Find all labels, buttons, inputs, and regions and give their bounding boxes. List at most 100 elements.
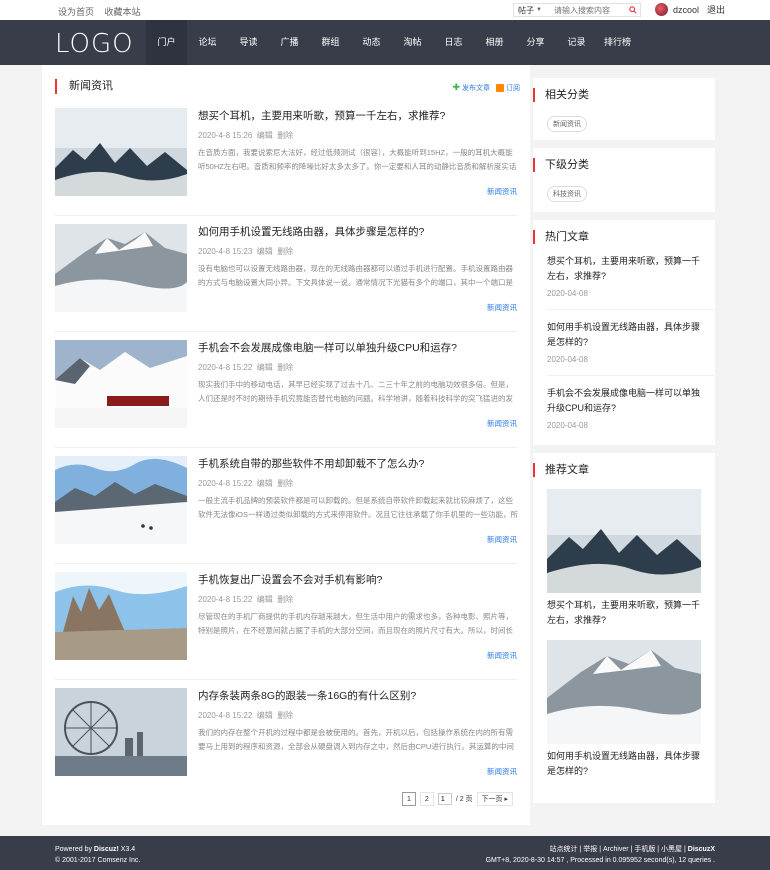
nav-item-blog[interactable]: 日志 xyxy=(433,20,474,65)
article-category-link[interactable]: 新闻资讯 xyxy=(487,534,517,545)
article-title[interactable]: 如何用手机设置无线路由器，具体步骤是怎样的? xyxy=(198,224,424,239)
article-date: 2020-4-8 15:23 xyxy=(198,247,253,256)
bookmark-link[interactable]: 收藏本站 xyxy=(105,7,141,17)
hot-article-item: 手机会不会发展成像电脑一样可以单独升级CPU和运存? 2020-04-08 xyxy=(547,375,715,441)
hot-articles-title: 热门文章 xyxy=(533,230,715,244)
hot-article-link[interactable]: 想买个耳机，主要用来听歌，预算一千左右，求推荐? xyxy=(547,256,700,281)
next-page-button[interactable]: 下一页 ▸ xyxy=(476,792,514,806)
list-item: 内存条装两条8G的跟装一条16G的有什么区别? 2020-4-8 15:22 编… xyxy=(55,680,517,796)
nav-item-record[interactable]: 记录 xyxy=(556,20,597,65)
edit-link[interactable]: 编辑 xyxy=(257,247,273,256)
recommended-box: 推荐文章 想买个耳机，主要用来听歌，预算一千左右，求推荐? 如何用手机设置无线路… xyxy=(533,453,715,803)
edit-link[interactable]: 编辑 xyxy=(257,711,273,720)
nav-item-group[interactable]: 群组 xyxy=(310,20,351,65)
article-title[interactable]: 想买个耳机，主要用来听歌，预算一千左右，求推荐? xyxy=(198,108,445,123)
nav-item-share[interactable]: 分享 xyxy=(515,20,556,65)
pagination: 1 2 / 2 页 下一页 ▸ xyxy=(402,792,514,806)
article-meta: 2020-4-8 15:26 编辑 删除 xyxy=(198,130,293,141)
article-title[interactable]: 手机会不会发展成像电脑一样可以单独升级CPU和运存? xyxy=(198,340,457,355)
recommended-title: 推荐文章 xyxy=(533,463,715,477)
delete-link[interactable]: 删除 xyxy=(277,711,293,720)
nav-item-guide[interactable]: 导读 xyxy=(228,20,269,65)
avatar[interactable] xyxy=(655,3,668,16)
article-date: 2020-4-8 15:22 xyxy=(198,595,253,604)
subscribe-label: 订阅 xyxy=(506,84,520,92)
article-thumbnail[interactable] xyxy=(55,688,187,776)
rss-icon xyxy=(496,83,504,92)
nav-item-album[interactable]: 相册 xyxy=(474,20,515,65)
article-summary: 现实我们手中的移动电话，其早已经实现了过去十几、二三十年之前的电脑功效很多倍。但… xyxy=(198,380,513,403)
article-thumbnail[interactable] xyxy=(55,108,187,196)
recommended-thumbnail[interactable] xyxy=(547,640,701,744)
edit-link[interactable]: 编辑 xyxy=(257,131,273,140)
delete-link[interactable]: 删除 xyxy=(277,247,293,256)
edit-link[interactable]: 编辑 xyxy=(257,479,273,488)
delete-link[interactable]: 删除 xyxy=(277,363,293,372)
article-thumbnail[interactable] xyxy=(55,456,187,544)
hot-article-link[interactable]: 手机会不会发展成像电脑一样可以单独升级CPU和运存? xyxy=(547,388,700,413)
hot-articles-box: 热门文章 想买个耳机，主要用来听歌，预算一千左右，求推荐? 2020-04-08… xyxy=(533,220,715,445)
list-item: 手机会不会发展成像电脑一样可以单独升级CPU和运存? 2020-4-8 15:2… xyxy=(55,332,517,448)
article-meta: 2020-4-8 15:22 编辑 删除 xyxy=(198,362,293,373)
delete-link[interactable]: 删除 xyxy=(277,131,293,140)
chevron-down-icon: ▼ xyxy=(536,7,542,13)
article-title[interactable]: 手机系统自带的那些软件不用却卸载不了怎么办? xyxy=(198,456,424,471)
username-link[interactable]: dzcool xyxy=(673,5,699,15)
footer-links-text: 站点统计 | 举报 | Archiver | 手机版 | 小黑屋 | xyxy=(549,846,688,853)
hot-article-item: 想买个耳机，主要用来听歌，预算一千左右，求推荐? 2020-04-08 xyxy=(547,244,715,309)
related-category-title: 相关分类 xyxy=(533,88,715,102)
nav-item-forum[interactable]: 论坛 xyxy=(187,20,228,65)
set-home-link[interactable]: 设为首页 xyxy=(58,7,94,17)
article-meta: 2020-4-8 15:22 编辑 删除 xyxy=(198,478,293,489)
nav-item-portal[interactable]: 门户 xyxy=(146,20,187,65)
recommended-article-link[interactable]: 想买个耳机，主要用来听歌，预算一千左右，求推荐? xyxy=(547,598,705,628)
search-type-select[interactable]: 帖子 ▼ xyxy=(514,5,546,16)
copyright: © 2001-2017 Comsenz Inc. xyxy=(55,857,141,864)
nav-item-collection[interactable]: 淘帖 xyxy=(392,20,433,65)
category-tag[interactable]: 新闻资讯 xyxy=(547,116,587,132)
discuz-link[interactable]: Discuz! xyxy=(94,846,119,853)
search-icon[interactable] xyxy=(626,6,640,14)
article-category-link[interactable]: 新闻资讯 xyxy=(487,418,517,429)
article-summary: 在音质方面，我要说索尼大法好，经过低频测试（很容），大概能听到15HZ，一般的耳… xyxy=(198,148,517,171)
article-category-link[interactable]: 新闻资讯 xyxy=(487,766,517,777)
powered-by: Powered by Discuz! X3.4 xyxy=(55,844,140,855)
nav-item-feed[interactable]: 动态 xyxy=(351,20,392,65)
article-title[interactable]: 内存条装两条8G的跟装一条16G的有什么区别? xyxy=(198,688,416,703)
article-thumbnail[interactable] xyxy=(55,572,187,660)
edit-link[interactable]: 编辑 xyxy=(257,595,273,604)
edit-link[interactable]: 编辑 xyxy=(257,363,273,372)
article-thumbnail[interactable] xyxy=(55,224,187,312)
search-input[interactable] xyxy=(545,5,626,15)
site-logo[interactable]: LOGO xyxy=(55,29,134,59)
article-meta: 2020-4-8 15:22 编辑 删除 xyxy=(198,594,293,605)
delete-link[interactable]: 删除 xyxy=(277,479,293,488)
footer-brand: DiscuzX xyxy=(687,846,715,853)
article-thumbnail[interactable] xyxy=(55,340,187,428)
article-category-link[interactable]: 新闻资讯 xyxy=(487,302,517,313)
hot-article-item: 如何用手机设置无线路由器，具体步骤是怎样的? 2020-04-08 xyxy=(547,309,715,375)
hot-article-link[interactable]: 如何用手机设置无线路由器，具体步骤是怎样的? xyxy=(547,322,700,347)
page-1-link[interactable]: 1 xyxy=(402,792,416,806)
article-title[interactable]: 手机恢复出厂设置会不会对手机有影响? xyxy=(198,572,382,587)
powered-version: X3.4 xyxy=(118,846,136,853)
next-page-label: 下一页 xyxy=(481,796,503,803)
nav-item-broadcast[interactable]: 广播 xyxy=(269,20,310,65)
recommended-thumbnail[interactable] xyxy=(547,489,701,593)
article-list-panel: 新闻资讯 ✚ 发布文章 订阅 想买个耳机，主要用来听歌，预算一千左右，求推荐? 2… xyxy=(42,65,530,825)
nav-item-ranking[interactable]: 排行榜 xyxy=(597,20,638,65)
recommended-article-link[interactable]: 如何用手机设置无线路由器，具体步骤是怎样的? xyxy=(547,749,705,779)
logout-link[interactable]: 退出 xyxy=(707,3,725,16)
article-category-link[interactable]: 新闻资讯 xyxy=(487,650,517,661)
subscribe-button[interactable]: 订阅 xyxy=(496,83,520,93)
page-jump-input[interactable] xyxy=(437,793,452,805)
footer-links[interactable]: 站点统计 | 举报 | Archiver | 手机版 | 小黑屋 | Discu… xyxy=(486,844,715,855)
page-2-link[interactable]: 2 xyxy=(419,792,434,806)
sidebar: 相关分类 新闻资讯 下级分类 科技资讯 热门文章 想买个耳机，主要用来听歌，预算… xyxy=(533,78,715,811)
publish-article-button[interactable]: ✚ 发布文章 xyxy=(452,82,490,93)
category-tag[interactable]: 科技资讯 xyxy=(547,186,587,202)
delete-link[interactable]: 删除 xyxy=(277,595,293,604)
article-meta: 2020-4-8 15:23 编辑 删除 xyxy=(198,246,293,257)
hot-article-date: 2020-04-08 xyxy=(547,289,588,298)
article-category-link[interactable]: 新闻资讯 xyxy=(487,186,517,197)
